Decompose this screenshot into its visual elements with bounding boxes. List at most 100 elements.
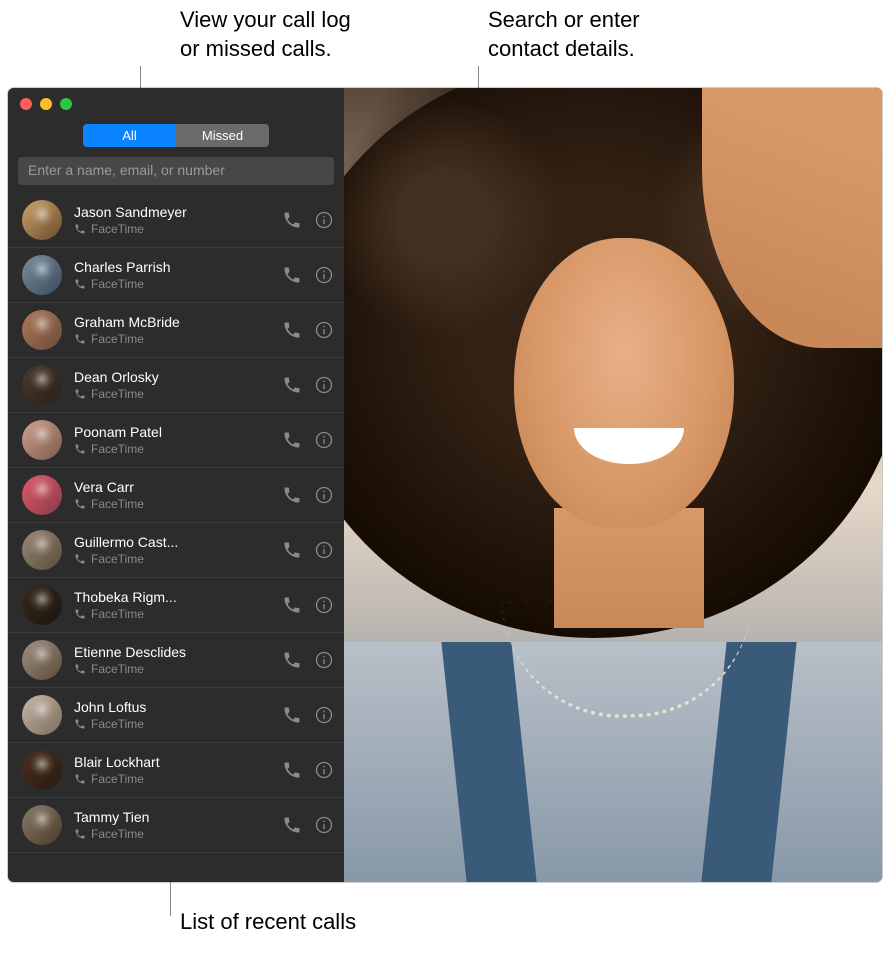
close-window-button[interactable]: [20, 98, 32, 110]
tab-all[interactable]: All: [83, 124, 176, 147]
row-actions: [282, 595, 334, 615]
call-source: FaceTime: [74, 772, 270, 786]
call-service-label: FaceTime: [91, 277, 144, 291]
callout-connector: [170, 878, 171, 916]
contact-name: Charles Parrish: [74, 259, 270, 275]
info-button[interactable]: [314, 320, 334, 340]
row-actions: [282, 210, 334, 230]
call-service-label: FaceTime: [91, 607, 144, 621]
tab-missed[interactable]: Missed: [176, 124, 269, 147]
recent-call-row[interactable]: Thobeka Rigm... FaceTime: [8, 578, 344, 633]
contact-name: Thobeka Rigm...: [74, 589, 270, 605]
contact-name: Tammy Tien: [74, 809, 270, 825]
call-service-label: FaceTime: [91, 772, 144, 786]
recent-call-row[interactable]: Vera Carr FaceTime: [8, 468, 344, 523]
call-info: Charles Parrish FaceTime: [74, 259, 270, 291]
info-button[interactable]: [314, 705, 334, 725]
call-service-label: FaceTime: [91, 717, 144, 731]
call-button[interactable]: [282, 760, 302, 780]
call-info: Jason Sandmeyer FaceTime: [74, 204, 270, 236]
call-source: FaceTime: [74, 497, 270, 511]
handset-icon: [74, 663, 86, 675]
info-button[interactable]: [314, 540, 334, 560]
recent-call-row[interactable]: Dean Orlosky FaceTime: [8, 358, 344, 413]
handset-icon: [74, 773, 86, 785]
contact-avatar: [22, 640, 62, 680]
handset-icon: [74, 443, 86, 455]
zoom-window-button[interactable]: [60, 98, 72, 110]
contact-avatar: [22, 750, 62, 790]
recent-call-row[interactable]: Etienne Desclides FaceTime: [8, 633, 344, 688]
call-source: FaceTime: [74, 717, 270, 731]
contact-name: Dean Orlosky: [74, 369, 270, 385]
call-info: Guillermo Cast... FaceTime: [74, 534, 270, 566]
row-actions: [282, 485, 334, 505]
row-actions: [282, 540, 334, 560]
recent-call-row[interactable]: Graham McBride FaceTime: [8, 303, 344, 358]
call-button[interactable]: [282, 595, 302, 615]
call-button[interactable]: [282, 485, 302, 505]
contact-name: Graham McBride: [74, 314, 270, 330]
call-service-label: FaceTime: [91, 442, 144, 456]
recent-call-row[interactable]: Guillermo Cast... FaceTime: [8, 523, 344, 578]
call-source: FaceTime: [74, 827, 270, 841]
contact-name: Vera Carr: [74, 479, 270, 495]
self-camera-preview: [344, 88, 882, 882]
info-button[interactable]: [314, 430, 334, 450]
recent-call-row[interactable]: John Loftus FaceTime: [8, 688, 344, 743]
call-button[interactable]: [282, 650, 302, 670]
recent-call-row[interactable]: Poonam Patel FaceTime: [8, 413, 344, 468]
facetime-window: All Missed Jason Sandmeyer FaceTime: [8, 88, 882, 882]
call-button[interactable]: [282, 540, 302, 560]
call-source: FaceTime: [74, 332, 270, 346]
call-source: FaceTime: [74, 442, 270, 456]
handset-icon: [74, 553, 86, 565]
info-button[interactable]: [314, 265, 334, 285]
minimize-window-button[interactable]: [40, 98, 52, 110]
contact-avatar: [22, 530, 62, 570]
handset-icon: [74, 333, 86, 345]
search-input[interactable]: [28, 162, 324, 178]
info-button[interactable]: [314, 650, 334, 670]
info-button[interactable]: [314, 595, 334, 615]
window-controls: [8, 88, 344, 110]
row-actions: [282, 430, 334, 450]
call-button[interactable]: [282, 375, 302, 395]
row-actions: [282, 320, 334, 340]
call-button[interactable]: [282, 320, 302, 340]
call-info: John Loftus FaceTime: [74, 699, 270, 731]
contact-avatar: [22, 365, 62, 405]
info-button[interactable]: [314, 375, 334, 395]
callout-tabs-text: View your call logor missed calls.: [180, 6, 351, 63]
info-button[interactable]: [314, 485, 334, 505]
call-button[interactable]: [282, 430, 302, 450]
call-button[interactable]: [282, 705, 302, 725]
recent-call-row[interactable]: Jason Sandmeyer FaceTime: [8, 193, 344, 248]
recent-call-row[interactable]: Charles Parrish FaceTime: [8, 248, 344, 303]
video-preview-pane: [344, 88, 882, 882]
recent-call-row[interactable]: Blair Lockhart FaceTime: [8, 743, 344, 798]
row-actions: [282, 760, 334, 780]
call-info: Graham McBride FaceTime: [74, 314, 270, 346]
call-button[interactable]: [282, 815, 302, 835]
call-button[interactable]: [282, 265, 302, 285]
contact-name: Etienne Desclides: [74, 644, 270, 660]
row-actions: [282, 815, 334, 835]
handset-icon: [74, 388, 86, 400]
contact-name: Jason Sandmeyer: [74, 204, 270, 220]
info-button[interactable]: [314, 815, 334, 835]
row-actions: [282, 705, 334, 725]
info-button[interactable]: [314, 210, 334, 230]
handset-icon: [74, 718, 86, 730]
recent-call-row[interactable]: Tammy Tien FaceTime: [8, 798, 344, 853]
call-button[interactable]: [282, 210, 302, 230]
contact-name: Blair Lockhart: [74, 754, 270, 770]
call-source: FaceTime: [74, 277, 270, 291]
callout-list-text: List of recent calls: [180, 908, 356, 937]
row-actions: [282, 650, 334, 670]
info-button[interactable]: [314, 760, 334, 780]
call-info: Thobeka Rigm... FaceTime: [74, 589, 270, 621]
handset-icon: [74, 278, 86, 290]
call-service-label: FaceTime: [91, 552, 144, 566]
call-service-label: FaceTime: [91, 332, 144, 346]
